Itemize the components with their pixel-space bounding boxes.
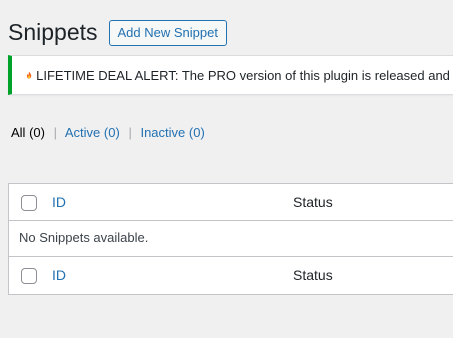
- filter-separator: |: [128, 125, 132, 140]
- snippets-page: Snippets Add New Snippet LIFETIME DEAL A…: [0, 0, 453, 338]
- filter-inactive-count: (0): [188, 125, 205, 140]
- empty-message: No Snippets available.: [19, 230, 149, 245]
- filter-inactive-label: Inactive: [140, 125, 186, 140]
- column-header-id[interactable]: ID: [52, 194, 66, 210]
- column-footer-status: Status: [293, 267, 333, 283]
- column-footer-id[interactable]: ID: [52, 267, 66, 283]
- filter-all-label: All: [11, 125, 26, 140]
- select-all-checkbox-footer[interactable]: [21, 268, 37, 284]
- select-all-checkbox[interactable]: [21, 195, 37, 211]
- lifetime-deal-notice: LIFETIME DEAL ALERT: The PRO version of …: [8, 55, 453, 95]
- filter-inactive[interactable]: Inactive (0): [140, 125, 204, 140]
- fire-icon: [26, 71, 32, 79]
- filter-active-count: (0): [103, 125, 120, 140]
- table-footer-row: ID Status: [9, 257, 453, 294]
- filter-all[interactable]: All (0): [11, 125, 45, 140]
- notice-text: LIFETIME DEAL ALERT: The PRO version of …: [36, 67, 453, 83]
- page-title: Snippets: [8, 19, 98, 45]
- add-new-snippet-button[interactable]: Add New Snippet: [108, 19, 227, 46]
- filter-active[interactable]: Active (0): [65, 125, 120, 140]
- filter-all-count: (0): [29, 125, 45, 140]
- filter-separator: |: [53, 125, 57, 140]
- table-empty-row: No Snippets available.: [9, 221, 453, 257]
- filter-active-label: Active: [64, 125, 101, 140]
- status-filters: All (0) | Active (0) | Inactive (0): [11, 124, 205, 142]
- snippets-table: ID Status No Snippets available. ID Stat…: [8, 183, 453, 295]
- column-header-status: Status: [293, 194, 333, 210]
- page-header: Snippets Add New Snippet: [8, 18, 227, 47]
- table-header-row: ID Status: [9, 184, 453, 221]
